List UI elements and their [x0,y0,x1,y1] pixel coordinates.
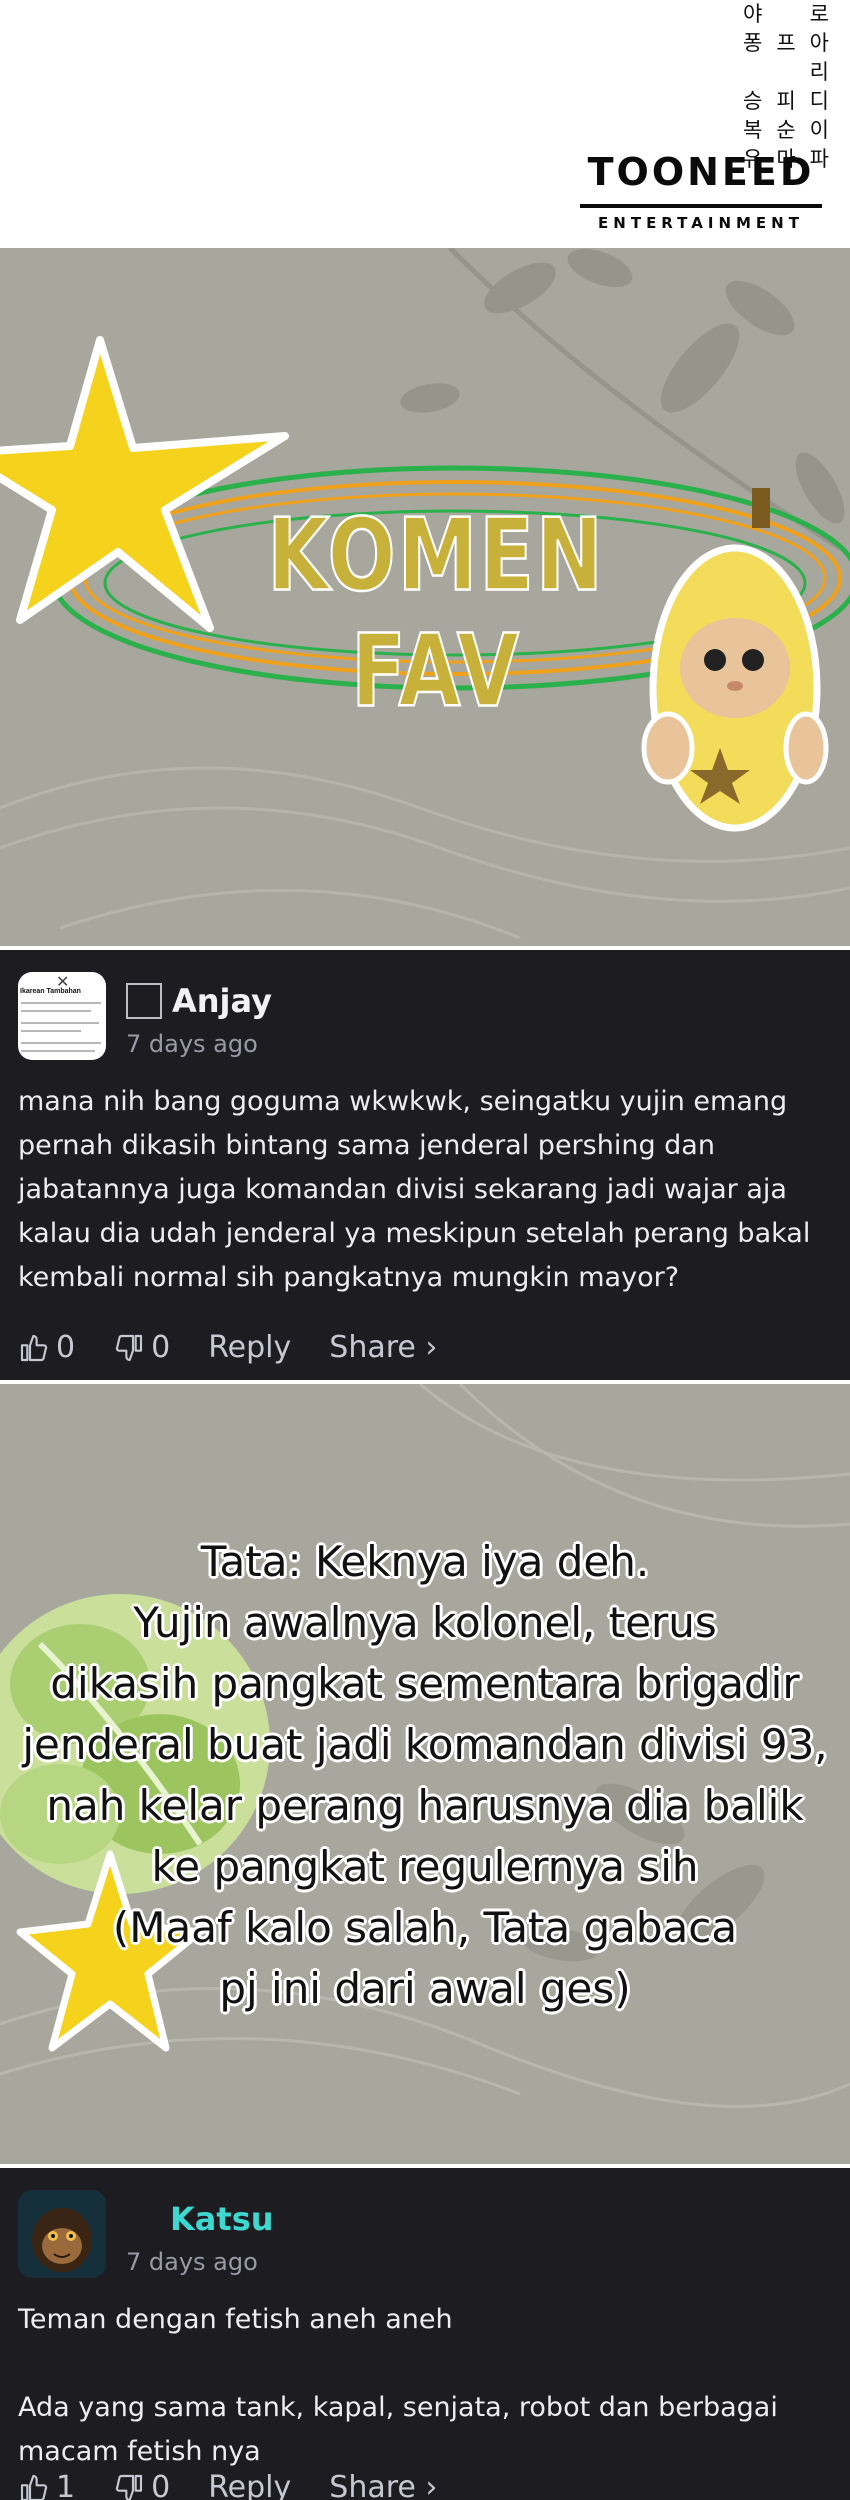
comment-actions: 0 0 Reply Share › [18,1330,475,1365]
avatar[interactable] [18,2190,106,2278]
comment-card: ✕ Ikarean Tambahan Anjay 7 days ago mana… [0,950,850,1380]
comment-body: mana nih bang goguma wkwkwk, seingatku y… [18,1080,838,1300]
like-button[interactable]: 0 [18,1330,75,1365]
badge-placeholder-icon [126,983,162,1019]
korean-char: 피 [776,89,796,113]
tata-line: dikasih pangkat sementara brigadir [50,1659,800,1708]
korean-char: 아리 [809,31,829,84]
korean-char [769,0,802,29]
tata-reply-text: Tata: Keknya iya deh. Yujin awalnya kolo… [20,1531,830,2019]
like-button[interactable]: 1 [18,2470,75,2500]
thumbs-down-icon [115,2474,143,2500]
korean-title-grid: 야 로 퐁 프 아리 승 피 디 복 순 이 유 마 파 [736,0,836,174]
korean-char: 로 [809,2,829,26]
doc-line [21,1050,95,1052]
tata-line: Tata: Keknya iya deh. [200,1537,650,1586]
comment-timestamp: 7 days ago [126,2248,258,2276]
thumbs-up-icon [20,2474,48,2500]
korean-char: 야 [743,2,763,26]
thumbs-up-icon [20,1334,48,1361]
comment-text-line: Teman dengan fetish aneh aneh [18,2304,453,2335]
tata-line: Yujin awalnya kolonel, terus [133,1598,717,1647]
comment-text: mana nih bang goguma wkwkwk, seingatku y… [18,1086,811,1293]
doc-line [21,1022,99,1024]
like-count: 1 [56,2470,76,2500]
logo-subtitle: ENTERTAINMENT [598,214,804,232]
komen-fav-title: KOMEN FAV [266,496,605,731]
thumbs-down-icon [115,1334,143,1361]
korean-char: 승 [743,89,763,113]
tata-line: ke pangkat regulernya sih [151,1842,699,1891]
korean-char: 복 [743,118,763,142]
korean-char: 프 [776,31,796,55]
korean-char: 디 [809,89,829,113]
username[interactable]: Katsu [170,2200,274,2238]
username-row: Anjay [126,982,272,1020]
avatar-doc-title: Ikarean Tambahan [20,988,81,995]
publisher-header: 야 로 퐁 프 아리 승 피 디 복 순 이 유 마 파 TOONEED ENT… [0,0,850,248]
komen-fav-panel: KOMEN FAV [0,248,850,946]
tooneed-logo: TOONEED [587,150,815,194]
reply-button[interactable]: Reply [208,1330,291,1365]
comment-timestamp: 7 days ago [126,1030,258,1058]
monkey-avatar-icon [18,2190,106,2278]
dislike-count: 0 [151,2470,171,2500]
comment-text-line: Ada yang sama tank, kapal, senjata, robo… [18,2392,778,2467]
tata-reply-panel: Tata: Keknya iya deh. Yujin awalnya kolo… [0,1384,850,2164]
avatar[interactable]: ✕ Ikarean Tambahan [18,972,106,1060]
dislike-button[interactable]: 0 [113,2470,170,2500]
korean-char: 순 [776,118,796,142]
doc-line [21,1030,81,1032]
doc-line [21,1010,91,1012]
like-count: 0 [56,1330,76,1365]
tata-line: nah kelar perang harusnya dia balik [46,1781,804,1830]
share-button[interactable]: Share › [329,2470,437,2500]
doc-line [21,1042,101,1044]
comment-body: Teman dengan fetish aneh aneh Ada yang s… [18,2298,838,2474]
korean-char: 이 [809,118,829,142]
reply-button[interactable]: Reply [208,2470,291,2500]
comment-card: Katsu 7 days ago Teman dengan fetish ane… [0,2168,850,2500]
tata-line: jenderal buat jadi komandan divisi 93, [22,1720,828,1769]
logo-underline [580,204,822,208]
dislike-count: 0 [151,1330,171,1365]
username-row: Katsu [126,2200,274,2238]
dislike-button[interactable]: 0 [113,1330,170,1365]
username[interactable]: Anjay [172,982,272,1020]
tata-line: (Maaf kalo salah, Tata gabaca [112,1903,738,1952]
doc-line [21,1002,101,1004]
korean-char: 퐁 [743,31,763,55]
tata-line: pj ini dari awal ges) [219,1964,631,2013]
comment-actions: 1 0 Reply Share › [18,2470,475,2500]
share-button[interactable]: Share › [329,1330,437,1365]
